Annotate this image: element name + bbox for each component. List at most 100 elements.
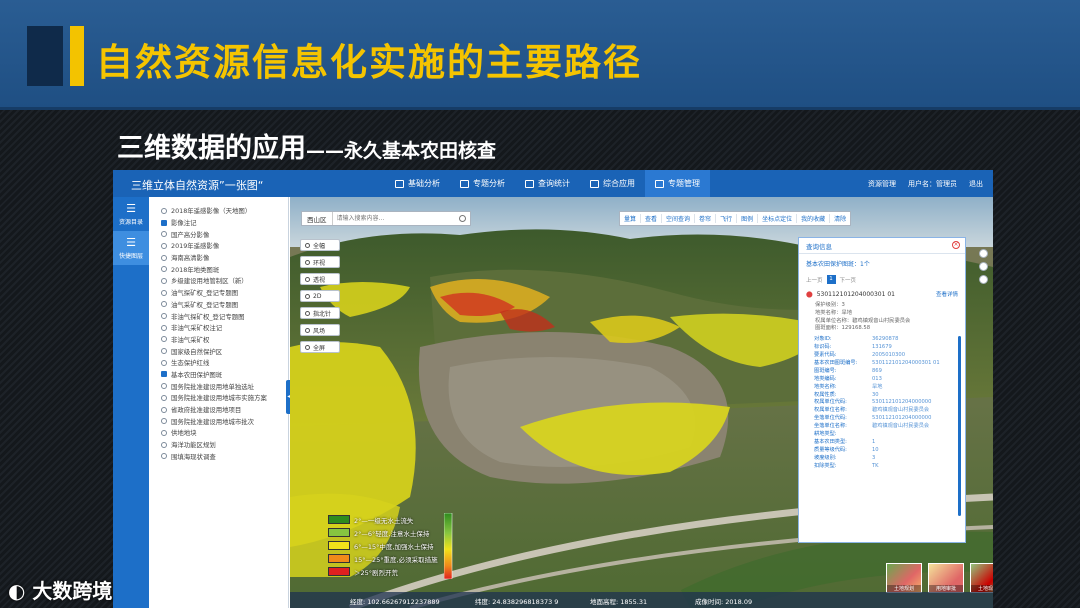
user-label[interactable]: 用户名：管理员	[908, 179, 957, 189]
info-scrollbar[interactable]	[958, 336, 961, 516]
layer-checkbox[interactable]	[161, 453, 167, 460]
district-select[interactable]: 西山区	[302, 212, 333, 225]
layer-checkbox[interactable]	[161, 266, 167, 273]
nav-topic-analysis[interactable]: 专题分析	[450, 170, 515, 197]
app-header: 三维立体自然资源”一张图“ 基础分析 专题分析 查询统计 综合应用 专题管理 资…	[113, 170, 993, 197]
current-page[interactable]: 1	[826, 275, 836, 284]
record-header: ⬤ 530112101204000301 01 查看详情	[799, 286, 965, 302]
layer-item[interactable]: 基本农田保护图斑	[161, 369, 288, 381]
layer-item[interactable]: 非油气采矿权注记	[161, 322, 288, 334]
slide-title: 自然资源信息化实施的主要路径	[96, 41, 642, 84]
layer-item[interactable]: 2019年遥感影像	[161, 240, 288, 252]
layer-checkbox[interactable]	[161, 429, 167, 436]
tool-legend[interactable]: 图例	[737, 214, 759, 223]
layer-checkbox[interactable]	[161, 324, 167, 331]
resource-management-link[interactable]: 资源管理	[868, 179, 896, 189]
layer-item[interactable]: 2018年遥感影像（天地图）	[161, 205, 288, 217]
layer-item[interactable]: 围填海现状调查	[161, 450, 288, 462]
layer-checkbox[interactable]	[161, 289, 167, 296]
prev-page-link[interactable]: 上一页	[806, 276, 823, 284]
nav-basic-analysis[interactable]: 基础分析	[385, 170, 450, 197]
layer-label: 2019年遥感影像	[171, 242, 220, 251]
layer-item[interactable]: 油气采矿权_登记专题图	[161, 299, 288, 311]
sidebar-item-quick-layers[interactable]: ☰ 快捷图层	[113, 231, 149, 265]
rotate-icon[interactable]	[978, 275, 988, 284]
layer-item[interactable]: 非油气探矿权_登记专题图	[161, 310, 288, 322]
layer-item[interactable]: 乡级建设用地管制区（新）	[161, 275, 288, 287]
layer-item[interactable]: 影像注记	[161, 217, 288, 229]
layer-item[interactable]: 国务院批准建设用地单独选址	[161, 380, 288, 392]
title-decor-square	[27, 26, 63, 86]
tool-measure[interactable]: 量算	[620, 214, 642, 223]
attribute-row: 基本农田图斑编号: 530112101204000301 01	[814, 360, 965, 368]
header-right: 资源管理 用户名：管理员 退出	[856, 170, 983, 197]
tool-spatial-query[interactable]: 空间查询	[662, 214, 696, 223]
layer-checkbox[interactable]	[161, 219, 167, 226]
next-page-link[interactable]: 下一页	[840, 276, 857, 284]
layer-checkbox[interactable]	[161, 313, 167, 320]
tool-favorites[interactable]: 我的收藏	[797, 214, 831, 223]
mode-look-around[interactable]: 环视	[300, 256, 340, 268]
layer-item[interactable]: 国务院批准建设用地城市批次	[161, 415, 288, 427]
layer-checkbox[interactable]	[161, 348, 167, 355]
cube-icon	[305, 276, 310, 282]
layer-checkbox[interactable]	[161, 207, 167, 214]
layer-label: 非油气探矿权_登记专题图	[171, 312, 245, 321]
thumbnail-item[interactable]: 土地规划	[886, 563, 922, 593]
nav-topic-management[interactable]: 专题管理	[645, 170, 710, 197]
layer-checkbox[interactable]	[161, 301, 167, 308]
zoom-in-icon[interactable]	[978, 249, 988, 258]
layer-checkbox[interactable]	[161, 406, 167, 413]
layer-checkbox[interactable]	[161, 394, 167, 401]
tool-clear[interactable]: 清除	[830, 214, 850, 223]
mode-fullscreen[interactable]: 全屏	[300, 341, 340, 353]
slide-subtitle: 三维数据的应用——永久基本农田核查	[117, 126, 496, 165]
layer-item[interactable]: 省政府批准建设用地项目	[161, 404, 288, 416]
mode-perspective[interactable]: 透视	[300, 273, 340, 285]
nav-integrated-app[interactable]: 综合应用	[580, 170, 645, 197]
tool-swipe[interactable]: 卷帘	[695, 214, 717, 223]
map-view[interactable]: 西山区 量算 查看 空间查询 卷帘 飞行 图例 坐标点定位 我的收藏 清除 全幅…	[290, 197, 993, 608]
layer-item[interactable]: 生态保护红线	[161, 357, 288, 369]
layer-item[interactable]: 国务院批准建设用地城市实施方案	[161, 392, 288, 404]
mode-compass[interactable]: 指北针	[300, 307, 340, 319]
layer-item[interactable]: 海南高清影像	[161, 252, 288, 264]
layer-checkbox[interactable]	[161, 371, 167, 378]
view-detail-link[interactable]: 查看详情	[936, 290, 958, 298]
tool-fly[interactable]: 飞行	[716, 214, 738, 223]
layer-checkbox[interactable]	[161, 231, 167, 238]
layer-checkbox[interactable]	[161, 242, 167, 249]
layer-checkbox[interactable]	[161, 418, 167, 425]
thumbnail-item[interactable]: 土地现状	[970, 563, 993, 593]
thumbnail-item[interactable]: 用地审批	[928, 563, 964, 593]
mode-full-extent[interactable]: 全幅	[300, 239, 340, 251]
legend-gradient-bar	[444, 513, 453, 579]
tool-coordinate-locate[interactable]: 坐标点定位	[758, 214, 798, 223]
layer-item[interactable]: 国产高分影像	[161, 228, 288, 240]
folder-icon	[655, 179, 664, 188]
sidebar-item-catalog[interactable]: ☰ 资源目录	[113, 197, 149, 231]
layer-checkbox[interactable]	[161, 383, 167, 390]
search-input[interactable]	[336, 212, 442, 225]
layer-item[interactable]: 非油气采矿权	[161, 334, 288, 346]
mode-wind-field[interactable]: 风场	[300, 324, 340, 336]
layer-checkbox[interactable]	[161, 359, 167, 366]
nav-query-stats[interactable]: 查询统计	[515, 170, 580, 197]
logout-link[interactable]: 退出	[969, 179, 983, 189]
layer-item[interactable]: 油气探矿权_登记专题图	[161, 287, 288, 299]
layer-item[interactable]: 2018年地类图斑	[161, 263, 288, 275]
attribute-value: 131679	[872, 344, 892, 351]
zoom-out-icon[interactable]	[978, 262, 988, 271]
layer-item[interactable]: 海洋功能区规划	[161, 439, 288, 451]
tool-view[interactable]: 查看	[641, 214, 663, 223]
legend-label: 2°—一级无水土流失	[354, 516, 414, 525]
layer-checkbox[interactable]	[161, 441, 167, 448]
layer-checkbox[interactable]	[161, 336, 167, 343]
layer-item[interactable]: 国家级自然保护区	[161, 345, 288, 357]
close-icon[interactable]: ×	[952, 241, 960, 249]
layer-checkbox[interactable]	[161, 277, 167, 284]
search-icon[interactable]	[459, 215, 466, 222]
mode-2d[interactable]: 2D	[300, 290, 340, 302]
layer-item[interactable]: 供地地块	[161, 427, 288, 439]
layer-checkbox[interactable]	[161, 254, 167, 261]
